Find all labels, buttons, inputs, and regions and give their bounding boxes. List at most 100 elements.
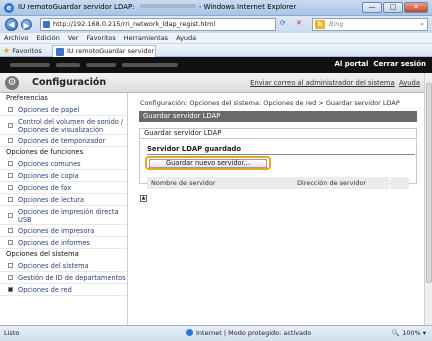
column-empty: [390, 177, 409, 189]
sidebar-item[interactable]: Opciones de temporizador: [0, 135, 127, 147]
browser-tab[interactable]: IU remotoGuardar servidor LDAP:: [52, 45, 156, 57]
column-server-address: Dirección de servidor: [293, 177, 389, 189]
bullet-icon: [8, 213, 13, 218]
sidebar-item[interactable]: Gestión de ID de departamentos: [0, 272, 127, 284]
main-content: Configuración: Opciones del sistema: Opc…: [129, 93, 424, 325]
vertical-scrollbar[interactable]: [424, 73, 432, 325]
sidebar-item[interactable]: Opciones comunes: [0, 158, 127, 170]
search-placeholder: Bing: [329, 20, 344, 28]
sidebar-item[interactable]: Opciones de fax: [0, 182, 127, 194]
help-link[interactable]: Ayuda: [399, 79, 420, 87]
menu-herramientas[interactable]: Herramientas: [120, 33, 172, 44]
sidebar-item[interactable]: Opciones de copia: [0, 170, 127, 182]
section-title: Guardar servidor LDAP: [139, 128, 417, 139]
redacted-text: [122, 63, 178, 67]
logout-link[interactable]: Cerrar sesión: [373, 60, 426, 68]
minimize-button[interactable]: —: [362, 2, 382, 13]
bullet-icon: [8, 240, 13, 245]
scroll-top-icon[interactable]: ▲: [140, 195, 147, 202]
settings-gear-icon: ⚙: [5, 76, 19, 90]
sidebar-item[interactable]: Opciones del sistema: [0, 260, 127, 272]
address-bar[interactable]: http://192.168.0.215/rri_network_ldap_re…: [40, 18, 276, 31]
sidebar-item[interactable]: Opciones de red: [0, 284, 127, 296]
sidebar-item[interactable]: Opciones de impresora: [0, 225, 127, 237]
tab-page-icon: [56, 48, 64, 56]
sidebar-item-label: Opciones de impresora: [18, 227, 95, 235]
menu-archivo[interactable]: Archivo: [0, 33, 32, 44]
sidebar-item[interactable]: Opciones de impresión directa USB: [0, 206, 127, 225]
sidebar-section-title: Opciones del sistema: [6, 250, 79, 258]
portal-link[interactable]: Al portal: [334, 60, 368, 68]
bullet-icon: [8, 107, 13, 112]
bullet-icon: [8, 138, 13, 143]
globe-icon: [186, 329, 193, 336]
sidebar-item-label: Opciones de copia: [18, 172, 79, 180]
sidebar-item-label: Opciones de informes: [18, 239, 90, 247]
menu-edicion[interactable]: Edición: [32, 33, 64, 44]
header-links: Enviar correo al administrador del siste…: [250, 79, 420, 87]
back-button[interactable]: ◀: [5, 18, 18, 31]
ie-logo-icon: e: [4, 3, 14, 13]
top-links: Al portal Cerrar sesión: [334, 60, 426, 68]
menu-ayuda[interactable]: Ayuda: [172, 33, 200, 44]
sidebar-item[interactable]: Opciones de papel: [0, 104, 127, 116]
security-zone: Internet | Modo protegido: activado: [186, 326, 311, 341]
bullet-icon: [8, 161, 13, 166]
zoom-control[interactable]: 🔍 100% ▾: [392, 326, 426, 341]
search-icon[interactable]: ⌕: [420, 19, 424, 30]
sidebar-item-label: Opciones de fax: [18, 184, 72, 192]
sidebar-item-label: Opciones de papel: [18, 106, 80, 114]
button-highlight: Guardar nuevo servidor...: [145, 156, 271, 170]
sidebar: Preferencias Opciones de papel Control del…: [0, 93, 128, 325]
favorites-bar: ★ Favoritos IU remotoGuardar servidor LD…: [0, 44, 432, 57]
sidebar-item[interactable]: Control del volumen de sonido / Opciones…: [0, 116, 127, 135]
menu-favoritos[interactable]: Favoritos: [82, 33, 119, 44]
bing-icon: b: [315, 20, 325, 29]
search-input[interactable]: b Bing ⌕: [312, 18, 428, 31]
sidebar-item-label: Opciones de impresión directa USB: [18, 208, 119, 224]
subsection-title: Servidor LDAP guardado: [147, 145, 415, 155]
sidebar-item-label: Gestión de ID de departamentos: [18, 274, 126, 282]
sidebar-item-label: Opciones del sistema: [18, 262, 89, 270]
stop-icon[interactable]: ✕: [296, 19, 302, 27]
refresh-icon[interactable]: ⟳: [280, 19, 286, 27]
sidebar-item[interactable]: Opciones de informes: [0, 237, 127, 249]
mail-admin-link[interactable]: Enviar correo al administrador del siste…: [250, 79, 395, 87]
close-window-button[interactable]: ✕: [404, 2, 428, 13]
favorites-button[interactable]: ★ Favoritos: [3, 45, 42, 57]
status-text: Listo: [4, 329, 20, 337]
sidebar-item-label: Opciones de temporizador: [18, 137, 106, 145]
window-titlebar: e IU remotoGuardar servidor LDAP: - Wind…: [0, 0, 432, 16]
menu-bar: Archivo Edición Ver Favoritos Herramientas Ay…: [0, 33, 432, 44]
page-icon: [43, 21, 50, 28]
bullet-icon: [8, 185, 13, 190]
url-text: http://192.168.0.215/rri_network_ldap_re…: [53, 20, 216, 28]
maximize-button[interactable]: □: [383, 2, 403, 13]
bullet-icon: [8, 173, 13, 178]
redacted-text: [56, 63, 80, 67]
address-row: ◀ ▶ http://192.168.0.215/rri_network_lda…: [0, 16, 432, 33]
bullet-icon: [8, 123, 13, 128]
bullet-icon: [8, 197, 13, 202]
sidebar-section-title: Opciones de funciones: [6, 148, 84, 156]
breadcrumb: Configuración: Opciones del sistema: Opc…: [140, 99, 400, 107]
page-title: Guardar servidor LDAP: [139, 111, 417, 122]
zoom-icon: 🔍: [391, 329, 400, 337]
redacted-text: [10, 63, 50, 67]
status-bar: Listo Internet | Modo protegido: activad…: [0, 325, 432, 341]
settings-header: ⚙ Configuración Enviar correo al adminis…: [0, 73, 424, 93]
register-new-server-button[interactable]: Guardar nuevo servidor...: [149, 159, 267, 168]
sidebar-item-label: Opciones de red: [18, 286, 72, 294]
sidebar-item-label: Opciones comunes: [18, 160, 81, 168]
sidebar-item[interactable]: Opciones de lectura: [0, 194, 127, 206]
redacted-text: [86, 63, 116, 67]
bullet-icon: [8, 287, 13, 292]
bullet-icon: [8, 228, 13, 233]
forward-button[interactable]: ▶: [21, 19, 32, 30]
device-info-bar: Al portal Cerrar sesión: [0, 57, 432, 73]
sidebar-item-label: Opciones de lectura: [18, 196, 85, 204]
menu-ver[interactable]: Ver: [64, 33, 83, 44]
scroll-thumb[interactable]: [426, 83, 432, 283]
column-server-name: Nombre de servidor: [147, 177, 293, 189]
star-icon: ★: [3, 46, 11, 55]
